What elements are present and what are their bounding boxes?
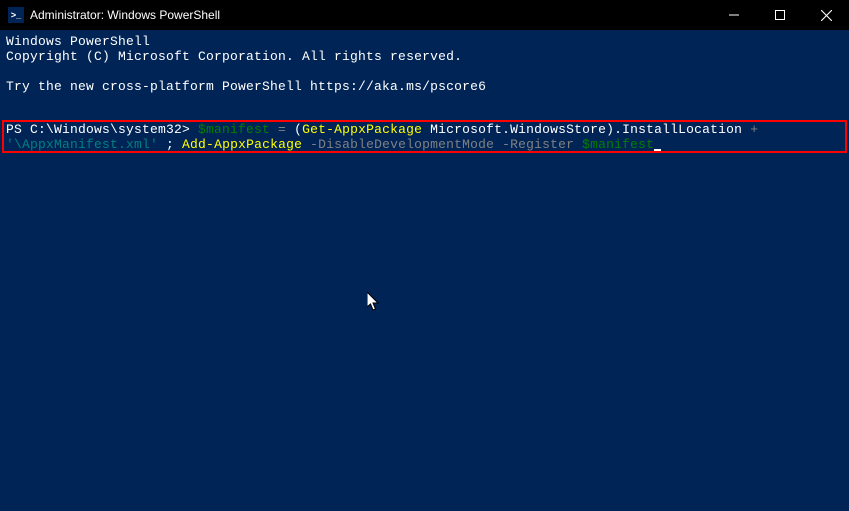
token-arg: Microsoft.WindowsStore (422, 122, 606, 137)
token-cmdlet: Add- (182, 137, 214, 152)
terminal-blank-line (6, 64, 843, 79)
maximize-button[interactable] (757, 0, 803, 30)
token-param: -Register (494, 137, 582, 152)
close-button[interactable] (803, 0, 849, 30)
token-prop: .InstallLocation (614, 122, 750, 137)
window-controls (711, 0, 849, 30)
token-paren: ) (606, 122, 614, 137)
mouse-cursor-icon (367, 292, 381, 316)
minimize-button[interactable] (711, 0, 757, 30)
powershell-icon: >_ (8, 7, 24, 23)
token-cmdlet: AppxPackage (214, 137, 302, 152)
token-operator: + (750, 122, 758, 137)
token-param: -DisableDevelopmentMode (302, 137, 494, 152)
token-semicolon: ; (166, 137, 182, 152)
token-variable: $manifest (582, 137, 654, 152)
titlebar[interactable]: >_ Administrator: Windows PowerShell (0, 0, 849, 30)
token-paren: ( (294, 122, 302, 137)
terminal-header-line: Copyright (C) Microsoft Corporation. All… (6, 49, 843, 64)
prompt-text: PS C:\Windows\system32> (6, 122, 198, 137)
token-variable: $manifest (198, 122, 270, 137)
command-line: PS C:\Windows\system32> $manifest = (Get… (6, 122, 843, 152)
powershell-window: >_ Administrator: Windows PowerShell Win… (0, 0, 849, 511)
terminal-header-line: Try the new cross-platform PowerShell ht… (6, 79, 843, 94)
terminal-body[interactable]: Windows PowerShell Copyright (C) Microso… (0, 30, 849, 511)
token-string: '\AppxManifest.xml' (6, 137, 166, 152)
terminal-header-line: Windows PowerShell (6, 34, 843, 49)
token-cmdlet: Get-AppxPackage (302, 122, 422, 137)
text-cursor (654, 149, 661, 151)
window-title: Administrator: Windows PowerShell (30, 8, 711, 22)
token-operator: = (270, 122, 294, 137)
